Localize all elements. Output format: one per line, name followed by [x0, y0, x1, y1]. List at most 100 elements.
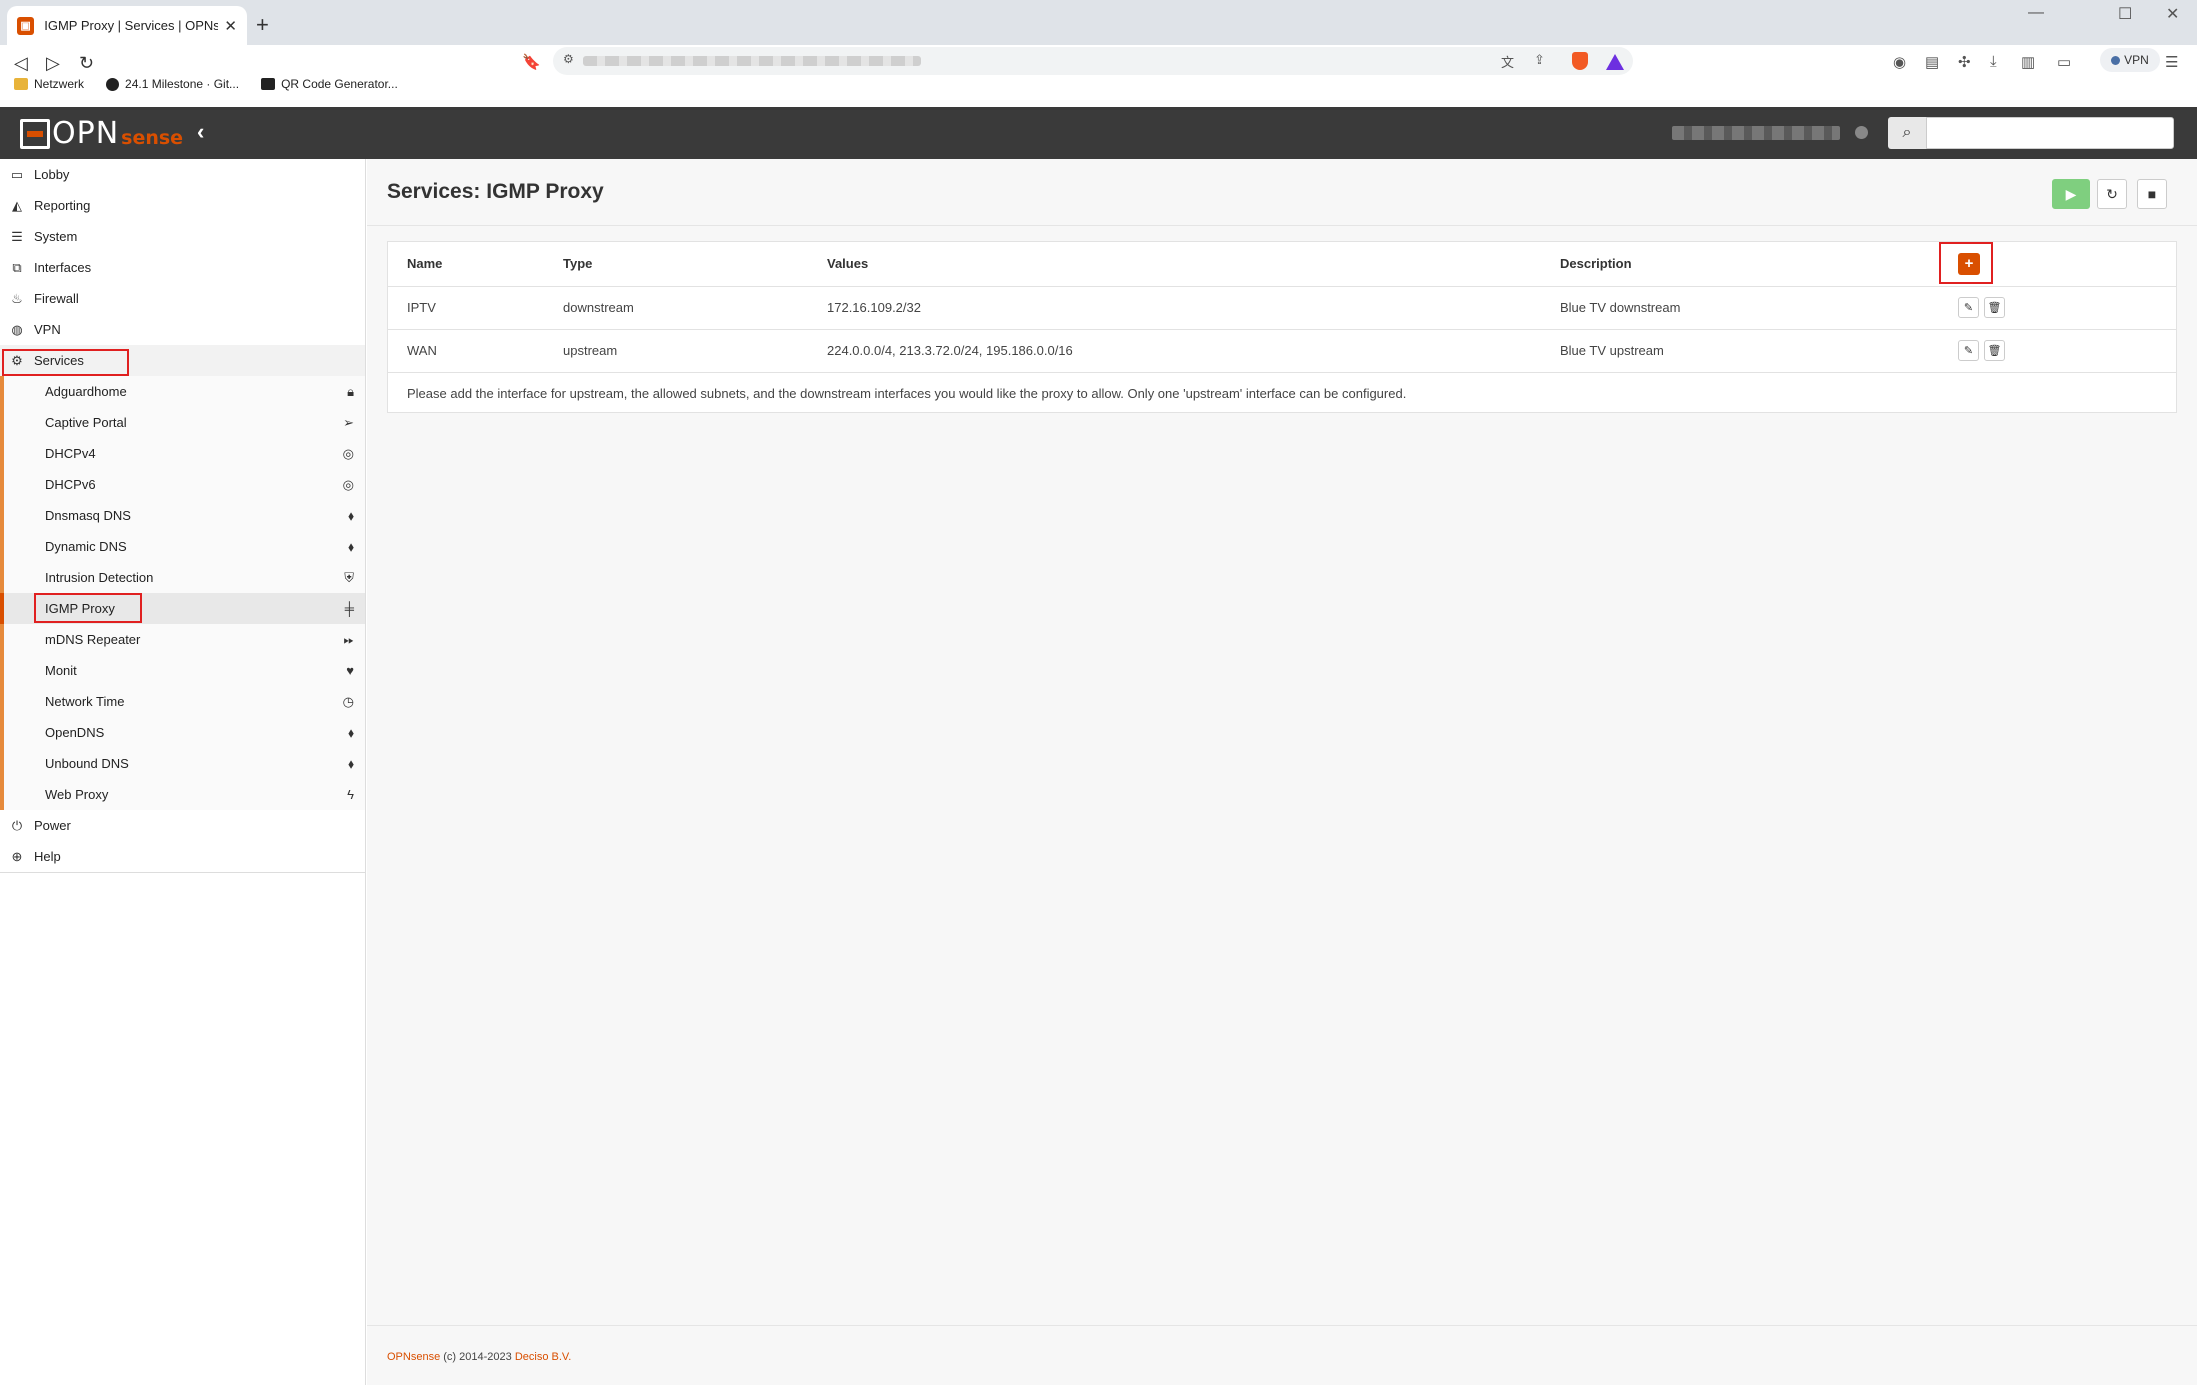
cell-name: IPTV: [388, 286, 544, 330]
browser-toolbar: ◁ ▷ ↻ 🔖 ⚙ 文 ⇪ ◉ ▤ ✣ ⤓ ▥ ▭ VPN ☰ Netzwerk…: [0, 45, 2197, 113]
sidebar-item-mdns-repeater[interactable]: mDNS Repeater ⏩︎: [4, 624, 365, 655]
tags-icon: ⬧: [348, 724, 354, 740]
vpn-status-icon: [2111, 55, 2121, 65]
delete-button[interactable]: 🗑︎: [1984, 297, 2005, 318]
life-ring-icon: ⊕: [11, 848, 23, 864]
opnsense-favicon-icon: ▣: [17, 16, 35, 35]
help-note: Please add the interface for upstream, t…: [407, 385, 1407, 401]
sidebar-item-power[interactable]: ⏻ Power: [0, 810, 365, 841]
translate-extension-icon[interactable]: ▤: [1925, 53, 1939, 71]
brave-rewards-icon[interactable]: [1606, 54, 1624, 70]
new-tab-button[interactable]: +: [256, 12, 269, 38]
minimize-icon[interactable]: —: [2028, 4, 2044, 22]
close-tab-icon[interactable]: ✕: [224, 17, 237, 35]
edit-button[interactable]: ✎: [1958, 297, 1979, 318]
cell-name: WAN: [388, 329, 544, 373]
column-header-name: Name: [388, 242, 544, 287]
menu-icon[interactable]: ☰: [2165, 53, 2178, 71]
back-icon[interactable]: ◁: [14, 53, 28, 74]
edit-button[interactable]: ✎: [1958, 340, 1979, 361]
trash-icon: 🗑︎: [1987, 345, 2002, 357]
qr-code-icon: [261, 78, 276, 90]
translate-icon[interactable]: 文: [1501, 52, 1514, 71]
wallet-icon[interactable]: ▭: [2057, 53, 2071, 71]
restart-service-button[interactable]: ↻: [2097, 179, 2127, 209]
paper-plane-icon: ➢: [343, 414, 354, 430]
footer-brand-link[interactable]: OPNsense: [387, 1351, 440, 1363]
downloads-icon[interactable]: ⤓: [1990, 53, 1997, 70]
pencil-icon: ✎: [1963, 302, 1974, 314]
pencil-icon: ✎: [1963, 345, 1974, 357]
close-window-icon[interactable]: ✕: [2166, 4, 2179, 24]
shield-icon: ⛨: [344, 569, 354, 585]
sidebar-item-interfaces[interactable]: ⧉ Interfaces: [0, 252, 365, 283]
sidebar-item-reporting[interactable]: ◭ Reporting: [0, 190, 365, 221]
sidebar-item-lobby[interactable]: ▭ Lobby: [0, 159, 365, 190]
bullseye-icon: ◎: [342, 476, 354, 492]
globe-icon: ◍: [11, 321, 23, 337]
sidebar-toggle-icon[interactable]: ▥: [2021, 53, 2035, 71]
sidebar-item-captive-portal[interactable]: Captive Portal ➢: [4, 407, 365, 438]
fire-icon: ♨: [11, 290, 23, 306]
sidebar-item-monit[interactable]: Monit ♥: [4, 655, 365, 686]
search-icon[interactable]: ⌕: [1888, 117, 1926, 149]
bookmark-item[interactable]: Netzwerk: [14, 77, 84, 91]
extension-icon[interactable]: ◉: [1893, 53, 1906, 71]
share-icon[interactable]: ⇪: [1534, 52, 1545, 68]
stop-service-button[interactable]: ■: [2137, 179, 2167, 209]
page-title: Services: IGMP Proxy: [387, 180, 604, 203]
delete-button[interactable]: 🗑︎: [1984, 340, 2005, 361]
site-info-icon[interactable]: ⚙: [563, 52, 574, 66]
sidebar-item-unbound-dns[interactable]: Unbound DNS ⬧: [4, 748, 365, 779]
forward-icon[interactable]: ▷: [46, 53, 60, 74]
collapse-sidebar-icon[interactable]: ‹: [197, 119, 204, 145]
tags-icon: ⬧: [348, 538, 354, 554]
maximize-icon[interactable]: ☐: [2118, 4, 2132, 24]
sidebar-menu-bottom: ⏻ Power ⊕ Help: [0, 810, 365, 873]
table-header-row: Name Type Values Description +: [388, 242, 2176, 287]
sidebar-item-firewall[interactable]: ♨ Firewall: [0, 283, 365, 314]
laptop-icon: ▭: [10, 166, 24, 182]
page-header: Services: IGMP Proxy ▶ ↻ ■: [367, 159, 2197, 226]
bookmark-icon[interactable]: 🔖: [522, 53, 541, 71]
start-service-button[interactable]: ▶: [2052, 179, 2090, 209]
sidebar-item-opendns[interactable]: OpenDNS ⬧: [4, 717, 365, 748]
bookmark-item[interactable]: 24.1 Milestone · Git...: [106, 77, 239, 91]
heartbeat-icon: ♥: [346, 663, 354, 678]
sidebar-item-intrusion-detection[interactable]: Intrusion Detection ⛨: [4, 562, 365, 593]
highlight-box-add-button: [1939, 242, 1993, 284]
cell-type: upstream: [544, 329, 808, 373]
browser-tab[interactable]: ▣ IGMP Proxy | Services | OPNsense ✕: [7, 6, 247, 45]
sidebar-item-dhcpv6[interactable]: DHCPv6 ◎: [4, 469, 365, 500]
cell-actions: ✎ 🗑︎: [1939, 329, 2176, 373]
column-header-description: Description: [1541, 242, 1939, 287]
address-bar[interactable]: ⚙ 文 ⇪: [553, 47, 1633, 75]
sidebar-item-adguardhome[interactable]: Adguardhome 🔒︎: [4, 376, 365, 407]
sidebar-item-dnsmasq-dns[interactable]: Dnsmasq DNS ⬧: [4, 500, 365, 531]
sidebar-item-web-proxy[interactable]: Web Proxy ϟ: [4, 779, 365, 810]
vpn-button[interactable]: VPN: [2100, 48, 2160, 72]
tab-title: IGMP Proxy | Services | OPNsense: [44, 18, 219, 33]
highlight-box-services: [2, 349, 129, 376]
sidebar: ▭ Lobby ◭ Reporting ☰ System ⧉ Interfaces ♨ F…: [0, 159, 366, 1385]
opnsense-header: OPN sense ‹ ⌕: [0, 107, 2197, 159]
sidebar-item-help[interactable]: ⊕ Help: [0, 841, 365, 872]
sidebar-item-dynamic-dns[interactable]: Dynamic DNS ⬧: [4, 531, 365, 562]
vpn-label: VPN: [2124, 53, 2149, 67]
cell-values: 224.0.0.0/4, 213.3.72.0/24, 195.186.0.0/…: [808, 329, 1541, 373]
sidebar-item-network-time[interactable]: Network Time ◷: [4, 686, 365, 717]
bookmark-item[interactable]: QR Code Generator...: [261, 77, 398, 91]
sidebar-item-system[interactable]: ☰ System: [0, 221, 365, 252]
sidebar-item-vpn[interactable]: ◍ VPN: [0, 314, 365, 345]
table-row: WAN upstream 224.0.0.0/4, 213.3.72.0/24,…: [388, 329, 2176, 373]
reload-icon[interactable]: ↻: [79, 53, 94, 74]
brave-shields-icon[interactable]: [1572, 52, 1588, 70]
search-input[interactable]: [1926, 117, 2174, 149]
bolt-icon: ϟ: [347, 787, 354, 802]
extensions-puzzle-icon[interactable]: ✣: [1958, 53, 1971, 71]
sidebar-item-dhcpv4[interactable]: DHCPv4 ◎: [4, 438, 365, 469]
folder-icon: [14, 78, 28, 90]
footer-company-link[interactable]: Deciso B.V.: [515, 1351, 571, 1363]
footer-copyright: (c) 2014-2023: [443, 1351, 512, 1363]
opnsense-logo[interactable]: OPN sense: [20, 117, 183, 149]
